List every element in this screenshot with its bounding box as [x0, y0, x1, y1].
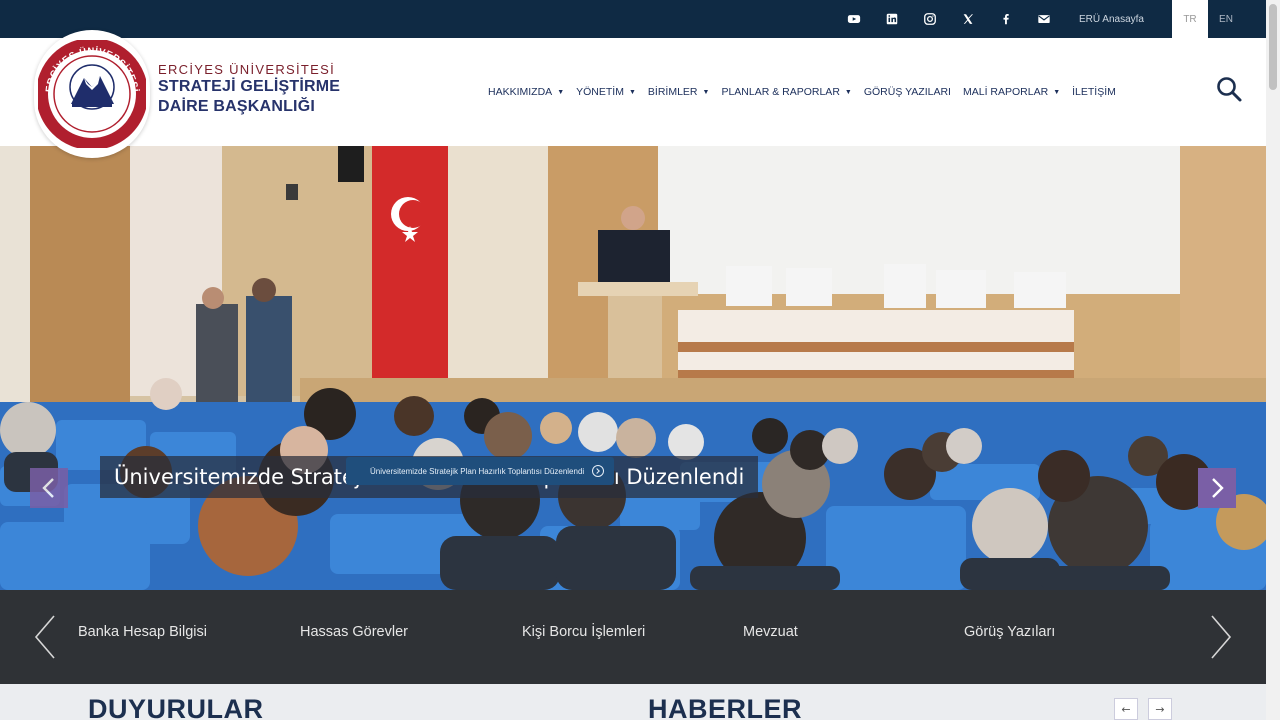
- nav-item-label: HAKKIMIZDA: [488, 86, 553, 98]
- search-icon: [1217, 77, 1242, 102]
- linkedin-icon[interactable]: [873, 0, 911, 38]
- scrollbar-thumb[interactable]: [1269, 4, 1277, 90]
- chevron-right-icon: [1211, 615, 1232, 659]
- nav-item-yonetim[interactable]: YÖNETİM ▼: [576, 86, 636, 98]
- quick-link-banka[interactable]: Banka Hesap Bilgisi: [78, 624, 207, 640]
- nav-item-birimler[interactable]: BİRİMLER ▼: [648, 86, 710, 98]
- youtube-icon[interactable]: [835, 0, 873, 38]
- logo-year: 1978: [82, 121, 102, 131]
- facebook-icon[interactable]: [987, 0, 1025, 38]
- social-icons: ERÜ Anasayfa: [835, 0, 1166, 38]
- department-name-line1: STRATEJİ GELİŞTİRME: [158, 78, 341, 95]
- nav-item-gorus-yazilari[interactable]: GÖRÜŞ YAZILARI: [864, 86, 951, 98]
- quick-link-gorus[interactable]: Görüş Yazıları: [964, 624, 1055, 640]
- top-bar: ERÜ Anasayfa TR EN: [0, 0, 1266, 38]
- quick-link-kisi-borcu[interactable]: Kişi Borcu İşlemleri: [522, 624, 645, 640]
- news-next-button[interactable]: →: [1148, 698, 1172, 720]
- arrow-circle-icon: [592, 465, 605, 477]
- nav-item-label: GÖRÜŞ YAZILARI: [863, 86, 951, 98]
- chevron-right-icon: [1212, 478, 1224, 498]
- quick-links-next-button[interactable]: [1206, 612, 1236, 662]
- x-icon[interactable]: [949, 0, 987, 38]
- instagram-icon[interactable]: [911, 0, 949, 38]
- department-name-line2: DAİRE BAŞKANLIĞI: [158, 98, 315, 115]
- main-nav: HAKKIMIZDA ▼ YÖNETİM ▼ BİRİMLER ▼ PLANLAR &…: [488, 38, 1128, 146]
- university-name: ERCİYES ÜNİVERSİTESİ: [158, 62, 335, 77]
- chevron-left-icon: [42, 478, 54, 498]
- chevron-left-icon: [34, 615, 55, 659]
- search-button[interactable]: [1214, 74, 1244, 104]
- news-prev-button[interactable]: ←: [1114, 698, 1138, 720]
- quick-links-prev-button[interactable]: [30, 612, 60, 662]
- nav-item-planlar-raporlar[interactable]: PLANLAR & RAPORLAR ▼: [721, 86, 851, 98]
- mail-icon[interactable]: [1025, 0, 1063, 38]
- nav-item-label: MALİ RAPORLAR: [962, 86, 1049, 98]
- university-logo[interactable]: ERCİYES ÜNİVERSİTESİ 1978: [34, 30, 150, 158]
- slide-link-label: Üniversitemizde Stratejik Plan Hazırlık …: [370, 466, 585, 476]
- portal-link[interactable]: ERÜ Anasayfa: [1079, 14, 1144, 25]
- hero-slider: Üniversitemizde Stratejik Plan Hazırlık …: [0, 146, 1266, 590]
- news-title: HABERLER: [648, 694, 803, 724]
- nav-item-hakkimizda[interactable]: HAKKIMIZDA ▼: [488, 86, 564, 98]
- quick-link-mevzuat[interactable]: Mevzuat: [743, 624, 798, 640]
- nav-item-label: BİRİMLER: [647, 86, 698, 98]
- slide-link-pill[interactable]: Üniversitemizde Stratejik Plan Hazırlık …: [346, 457, 615, 485]
- nav-item-label: YÖNETİM: [576, 86, 624, 98]
- lang-tr-button[interactable]: TR: [1172, 0, 1208, 38]
- quick-link-hassas[interactable]: Hassas Görevler: [300, 624, 408, 640]
- page-scrollbar[interactable]: [1266, 0, 1280, 720]
- nav-item-mali-raporlar[interactable]: MALİ RAPORLAR ▼: [963, 86, 1060, 98]
- chevron-down-icon: ▼: [1053, 88, 1061, 96]
- nav-item-label: İLETİŞİM: [1072, 86, 1116, 98]
- nav-item-label: PLANLAR & RAPORLAR: [721, 86, 840, 98]
- site-brand: ERCİYES ÜNİVERSİTESİ STRATEJİ GELİŞTİRME…: [158, 62, 340, 117]
- lang-en-button[interactable]: EN: [1208, 0, 1244, 38]
- slider-next-button[interactable]: [1198, 468, 1236, 508]
- chevron-down-icon: ▼: [628, 88, 636, 96]
- hero-photo: [0, 146, 1266, 590]
- nav-item-iletisim[interactable]: İLETİŞİM: [1072, 86, 1116, 98]
- quick-links-bar: Banka Hesap Bilgisi Hassas Görevler Kişi…: [0, 590, 1266, 684]
- logo-emblem: ERCİYES ÜNİVERSİTESİ 1978: [38, 40, 146, 148]
- slider-prev-button[interactable]: [30, 468, 68, 508]
- chevron-down-icon: ▼: [844, 88, 852, 96]
- chevron-down-icon: ▼: [702, 88, 710, 96]
- announcements-title: DUYURULAR: [88, 694, 264, 724]
- chevron-down-icon: ▼: [557, 88, 565, 96]
